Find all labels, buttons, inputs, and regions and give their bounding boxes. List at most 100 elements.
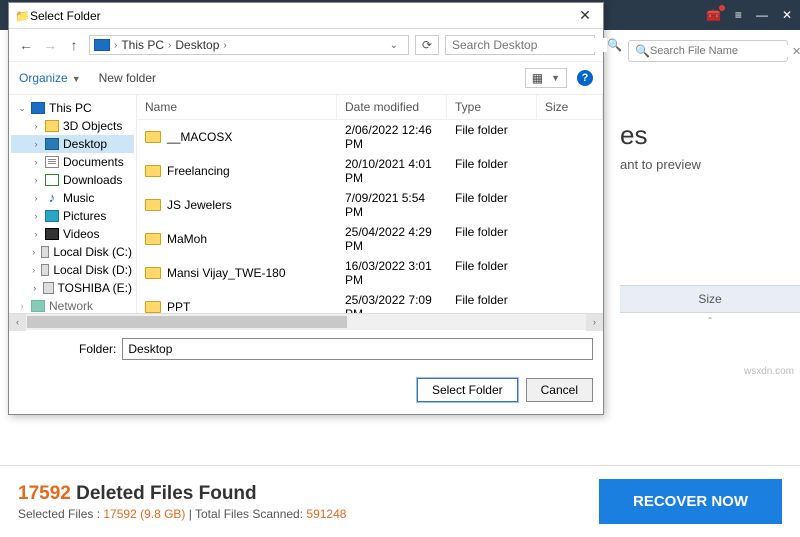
folder-icon [145, 199, 161, 211]
dialog-toolbar: Organize▼ New folder ▦▼ ? [9, 62, 603, 95]
scroll-left-icon[interactable]: ‹ [9, 314, 26, 331]
dialog-title: Select Folder [30, 9, 573, 23]
help-icon[interactable]: ? [577, 70, 593, 86]
folder-icon [145, 301, 161, 313]
app-search[interactable]: 🔍 ✕ [628, 40, 788, 62]
col-date[interactable]: Date modified [337, 95, 447, 119]
tree-desktop[interactable]: ›Desktop [11, 135, 134, 153]
scroll-thumb[interactable] [27, 316, 347, 328]
file-row[interactable]: Mansi Vijay_TWE-18016/03/2022 3:01 PMFil… [137, 256, 603, 290]
col-type[interactable]: Type [447, 95, 537, 119]
file-type: File folder [447, 291, 537, 313]
file-name: PPT [167, 300, 190, 313]
preview-heading: es [620, 120, 780, 151]
file-row[interactable]: __MACOSX2/06/2022 12:46 PMFile folder [137, 120, 603, 154]
dialog-actions: Select Folder Cancel [9, 368, 603, 414]
select-folder-button[interactable]: Select Folder [417, 378, 518, 402]
tree-thispc[interactable]: ⌄This PC [11, 99, 134, 117]
file-name: JS Jewelers [167, 198, 232, 212]
dialog-bottom: Folder: [9, 330, 603, 368]
file-row[interactable]: PPT 25/03/2022 7:09 PMFile folder [137, 290, 603, 313]
menu-icon[interactable]: ≡ [735, 8, 742, 22]
cancel-button[interactable]: Cancel [526, 378, 593, 402]
tree-locald[interactable]: ›Local Disk (D:) [11, 261, 134, 279]
dialog-body: ⌄This PC ›3D Objects ›Desktop ›Documents… [9, 95, 603, 313]
file-row[interactable]: Freelancing 20/10/2021 4:01 PMFile folder [137, 154, 603, 188]
nav-back-icon[interactable]: ← [17, 37, 35, 53]
file-date: 20/10/2021 4:01 PM [337, 155, 447, 187]
nav-up-icon[interactable]: ↑ [65, 37, 83, 53]
file-row[interactable]: MaMoh 25/04/2022 4:29 PMFile folder [137, 222, 603, 256]
dialog-search[interactable]: 🔍 [445, 35, 595, 55]
dialog-nav: ← → ↑ › This PC › Desktop › ⌄ ⟳ 🔍 [9, 29, 603, 62]
crumb-thispc[interactable]: This PC [121, 38, 164, 52]
file-list-header: Name Date modified Type Size [137, 95, 603, 120]
minimize-icon[interactable]: — [756, 8, 768, 22]
folder-label: Folder: [79, 342, 116, 356]
file-size [537, 121, 603, 153]
recover-now-button[interactable]: RECOVER NOW [599, 479, 782, 524]
clear-search-icon[interactable]: ✕ [792, 45, 800, 58]
file-list[interactable]: Name Date modified Type Size __MACOSX2/0… [137, 95, 603, 313]
tree-documents[interactable]: ›Documents [11, 153, 134, 171]
tree-music[interactable]: ›♪Music [11, 189, 134, 207]
dialog-search-input[interactable] [452, 38, 607, 52]
pc-icon [94, 39, 110, 51]
tree-toshiba[interactable]: ›TOSHIBA (E:) [11, 279, 134, 297]
file-type: File folder [447, 189, 537, 221]
breadcrumb[interactable]: › This PC › Desktop › ⌄ [89, 35, 409, 55]
file-row[interactable]: JS Jewelers 7/09/2021 5:54 PMFile folder [137, 188, 603, 222]
footer-text: 17592 Deleted Files Found Selected Files… [18, 483, 346, 521]
folder-icon [145, 233, 161, 245]
deleted-heading: 17592 Deleted Files Found [18, 483, 346, 505]
file-type: File folder [447, 257, 537, 289]
close-icon[interactable]: ✕ [782, 8, 792, 22]
file-name: MaMoh [167, 232, 207, 246]
scroll-right-icon[interactable]: › [586, 314, 603, 331]
chevron-right-icon: › [112, 40, 119, 51]
nav-forward-icon: → [41, 37, 59, 53]
app-search-input[interactable] [650, 45, 792, 57]
new-folder-button[interactable]: New folder [99, 71, 156, 85]
folder-tree[interactable]: ⌄This PC ›3D Objects ›Desktop ›Documents… [9, 95, 137, 313]
dialog-close-icon[interactable]: ✕ [573, 7, 597, 24]
tree-3dobjects[interactable]: ›3D Objects [11, 117, 134, 135]
file-size [537, 291, 603, 313]
file-date: 16/03/2022 3:01 PM [337, 257, 447, 289]
crumb-desktop[interactable]: Desktop [175, 38, 219, 52]
folder-icon [145, 267, 161, 279]
organize-button[interactable]: Organize▼ [19, 71, 81, 85]
file-type: File folder [447, 223, 537, 255]
folder-input[interactable] [122, 338, 593, 360]
file-date: 2/06/2022 12:46 PM [337, 121, 447, 153]
cart-icon[interactable]: 🧰 [706, 8, 721, 22]
search-icon: 🔍 [607, 38, 622, 52]
preview-panel: es ant to preview [620, 120, 780, 172]
file-size [537, 257, 603, 289]
chevron-right-icon: › [221, 40, 228, 51]
col-size[interactable]: Size [537, 95, 603, 119]
bg-size-header: Size [620, 285, 800, 313]
view-button[interactable]: ▦▼ [525, 68, 567, 88]
bg-size-dash: - [620, 310, 800, 324]
chevron-right-icon: › [166, 40, 173, 51]
app-footer: 17592 Deleted Files Found Selected Files… [0, 465, 800, 537]
h-scrollbar[interactable]: ‹ › [9, 313, 603, 330]
select-folder-dialog: 📁 Select Folder ✕ ← → ↑ › This PC › Desk… [8, 2, 604, 415]
file-type: File folder [447, 155, 537, 187]
file-name: Freelancing [167, 164, 230, 178]
file-size [537, 223, 603, 255]
dialog-titlebar: 📁 Select Folder ✕ [9, 3, 603, 29]
tree-network[interactable]: ›Network [11, 297, 134, 313]
tree-pictures[interactable]: ›Pictures [11, 207, 134, 225]
tree-localc[interactable]: ›Local Disk (C:) [11, 243, 134, 261]
col-name[interactable]: Name [137, 95, 337, 119]
file-date: 7/09/2021 5:54 PM [337, 189, 447, 221]
search-icon: 🔍 [635, 44, 650, 58]
refresh-icon[interactable]: ⟳ [415, 35, 439, 55]
tree-downloads[interactable]: ›Downloads [11, 171, 134, 189]
crumb-dropdown-icon[interactable]: ⌄ [384, 40, 404, 51]
file-date: 25/04/2022 4:29 PM [337, 223, 447, 255]
tree-videos[interactable]: ›Videos [11, 225, 134, 243]
file-date: 25/03/2022 7:09 PM [337, 291, 447, 313]
